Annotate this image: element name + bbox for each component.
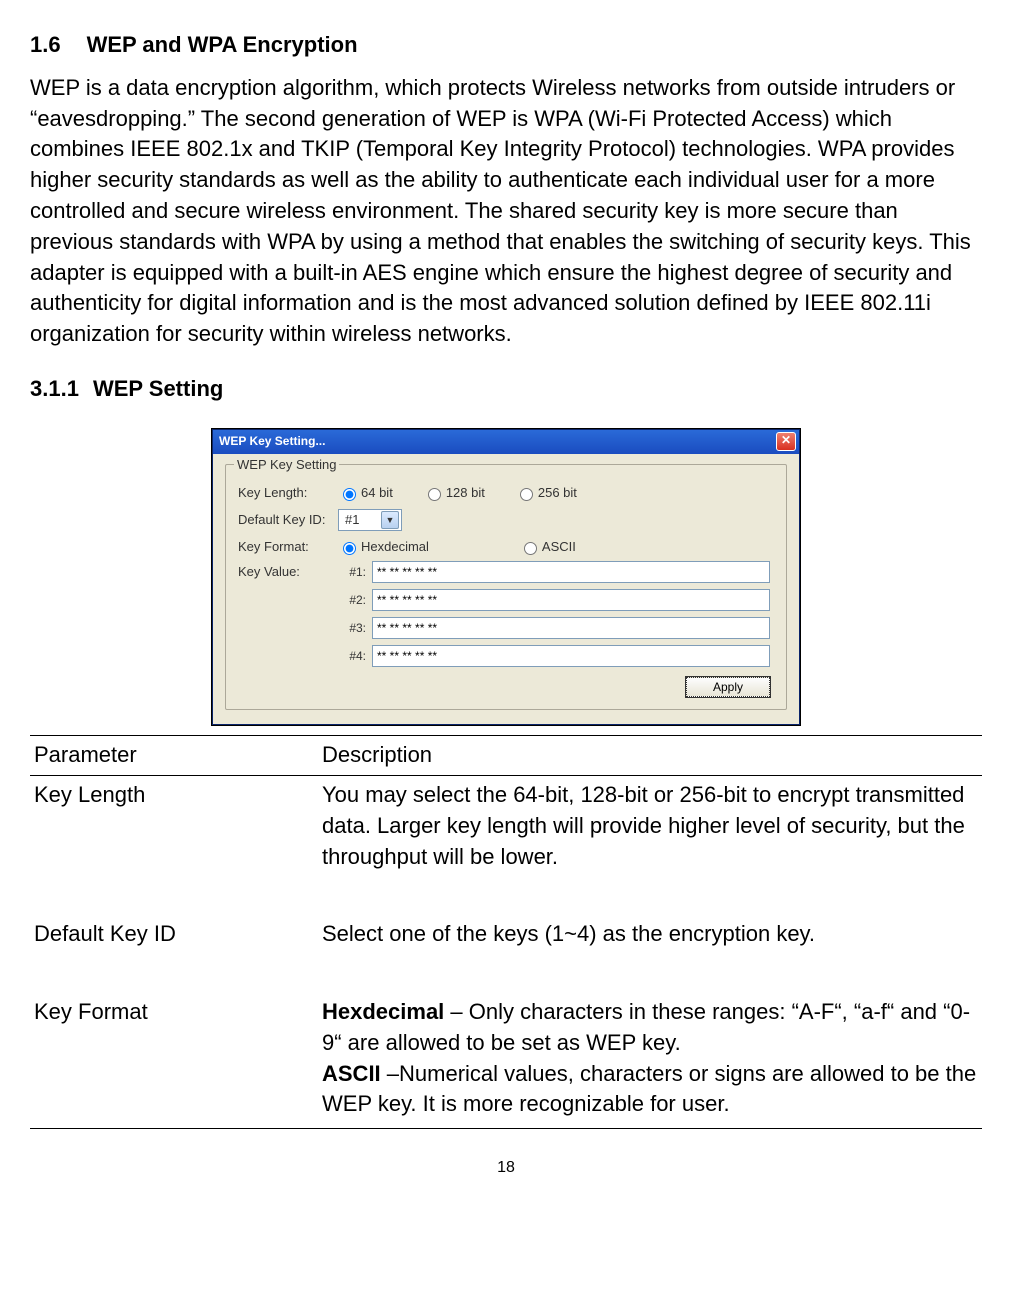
section-title: WEP and WPA Encryption	[87, 32, 358, 57]
page-number: 18	[30, 1157, 982, 1179]
subsection-number: 3.1.1	[30, 376, 79, 401]
key-row-3: #3: ** ** ** ** **	[330, 617, 770, 639]
radio-256bit-input[interactable]	[520, 488, 533, 501]
key-input-1[interactable]: ** ** ** ** **	[372, 561, 770, 583]
titlebar: WEP Key Setting... ✕	[213, 430, 799, 454]
key-idx-3: #3:	[330, 620, 372, 637]
subsection-title: WEP Setting	[93, 376, 223, 401]
apply-row: Apply	[238, 677, 770, 697]
radio-64bit[interactable]: 64 bit	[338, 484, 393, 502]
cell-keylength-desc: You may select the 64-bit, 128-bit or 25…	[318, 776, 982, 877]
key-input-4[interactable]: ** ** ** ** **	[372, 645, 770, 667]
default-key-select[interactable]: #1 ▼	[338, 509, 402, 531]
key-idx-2: #2:	[330, 592, 372, 609]
table-row-spacer	[30, 954, 982, 993]
radio-128bit[interactable]: 128 bit	[423, 484, 485, 502]
parameter-table: Parameter Description Key Length You may…	[30, 735, 982, 1129]
table-header: Parameter Description	[30, 736, 982, 776]
radio-64bit-input[interactable]	[343, 488, 356, 501]
key-idx-4: #4:	[330, 648, 372, 665]
close-icon[interactable]: ✕	[776, 432, 796, 451]
row-key-format: Key Format: Hexdecimal ASCII	[238, 538, 770, 556]
apply-button[interactable]: Apply	[686, 677, 770, 697]
cell-keylength-param: Key Length	[30, 776, 318, 877]
table-row: Default Key ID Select one of the keys (1…	[30, 915, 982, 954]
wep-groupbox: WEP Key Setting Key Length: 64 bit 128 b…	[225, 464, 787, 711]
key-row-2: #2: ** ** ** ** **	[330, 589, 770, 611]
keyformat-hex-bold: Hexdecimal	[322, 999, 444, 1024]
dialog-title: WEP Key Setting...	[219, 433, 325, 450]
cell-keyformat-param: Key Format	[30, 993, 318, 1129]
cell-defaultkey-desc: Select one of the keys (1~4) as the encr…	[318, 915, 982, 954]
radio-ascii[interactable]: ASCII	[519, 538, 576, 556]
header-description: Description	[318, 736, 982, 776]
key-input-2[interactable]: ** ** ** ** **	[372, 589, 770, 611]
radio-256bit[interactable]: 256 bit	[515, 484, 577, 502]
section-heading: 1.6 WEP and WPA Encryption	[30, 30, 982, 61]
label-key-format: Key Format:	[238, 538, 338, 556]
key-idx-1: #1:	[330, 564, 372, 581]
wep-dialog: WEP Key Setting... ✕ WEP Key Setting Key…	[212, 429, 800, 726]
dialog-screenshot: WEP Key Setting... ✕ WEP Key Setting Key…	[30, 429, 982, 726]
header-parameter: Parameter	[30, 736, 318, 776]
table-row: Key Length You may select the 64-bit, 12…	[30, 776, 982, 877]
key-row-1: #1: ** ** ** ** **	[330, 561, 770, 583]
subsection-heading: 3.1.1 WEP Setting	[30, 374, 982, 405]
label-default-key: Default Key ID:	[238, 511, 338, 529]
select-value: #1	[345, 511, 359, 529]
table-row: Key Format Hexdecimal – Only characters …	[30, 993, 982, 1129]
row-key-length: Key Length: 64 bit 128 bit 256 bit	[238, 484, 770, 502]
cell-defaultkey-param: Default Key ID	[30, 915, 318, 954]
section-body: WEP is a data encryption algorithm, whic…	[30, 73, 982, 350]
keyformat-ascii-bold: ASCII	[322, 1061, 381, 1086]
section-number: 1.6	[30, 32, 61, 57]
radio-ascii-input[interactable]	[524, 542, 537, 555]
groupbox-legend: WEP Key Setting	[234, 456, 339, 474]
radio-hex-input[interactable]	[343, 542, 356, 555]
key-row-4: #4: ** ** ** ** **	[330, 645, 770, 667]
label-key-length: Key Length:	[238, 484, 338, 502]
row-default-key: Default Key ID: #1 ▼	[238, 509, 770, 531]
dialog-body: WEP Key Setting Key Length: 64 bit 128 b…	[213, 454, 799, 725]
keyformat-ascii-text: –Numerical values, characters or signs a…	[322, 1061, 976, 1117]
radio-hex[interactable]: Hexdecimal	[338, 538, 429, 556]
label-key-value: Key Value:	[238, 563, 338, 581]
radio-128bit-input[interactable]	[428, 488, 441, 501]
key-input-3[interactable]: ** ** ** ** **	[372, 617, 770, 639]
cell-keyformat-desc: Hexdecimal – Only characters in these ra…	[318, 993, 982, 1129]
chevron-down-icon[interactable]: ▼	[381, 511, 399, 529]
table-row-spacer	[30, 877, 982, 916]
